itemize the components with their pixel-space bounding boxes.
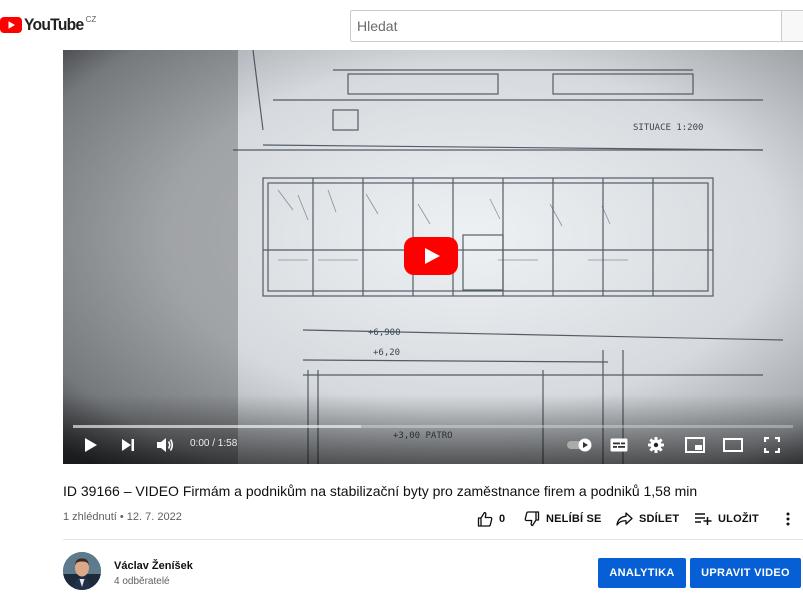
subtitles-button[interactable] [606, 433, 632, 457]
share-button[interactable]: SDÍLET [616, 508, 679, 530]
autoplay-toggle[interactable] [565, 433, 595, 457]
theater-mode-icon [723, 438, 743, 452]
search-input[interactable] [350, 10, 782, 42]
fullscreen-icon [764, 437, 780, 453]
save-label: ULOŽIT [718, 513, 759, 525]
subtitles-icon [610, 438, 628, 452]
svg-text:+6,900: +6,900 [368, 328, 401, 338]
save-button[interactable]: ULOŽIT [695, 508, 759, 530]
progress-bar[interactable] [73, 425, 793, 428]
more-actions-button[interactable] [782, 508, 800, 530]
next-button[interactable] [117, 433, 139, 457]
miniplayer-icon [685, 437, 705, 453]
subscriber-count: 4 odběratelé [114, 576, 170, 587]
channel-name[interactable]: Václav Ženíšek [114, 560, 193, 572]
divider [63, 539, 803, 540]
video-meta: 1 zhlédnutí • 12. 7. 2022 [63, 511, 182, 523]
autoplay-toggle-icon [567, 438, 592, 452]
avatar-image [63, 552, 101, 590]
theater-mode-button[interactable] [720, 433, 746, 457]
like-button[interactable]: 0 [477, 508, 505, 530]
settings-button[interactable] [644, 433, 668, 457]
play-icon [85, 438, 97, 452]
progress-buffered [73, 425, 361, 428]
play-button[interactable] [80, 433, 102, 457]
dislike-label: NELÍBÍ SE [546, 513, 602, 525]
more-vert-icon [786, 512, 790, 526]
video-player[interactable]: SITUACE 1:200 +6,900 +6,20 +3,00 PATRO 0… [63, 50, 803, 464]
youtube-play-logo-icon [0, 17, 22, 33]
volume-icon [157, 438, 174, 452]
country-code: CZ [85, 15, 97, 24]
search-button[interactable] [781, 10, 803, 42]
dislike-button[interactable]: NELÍBÍ SE [524, 508, 602, 530]
svg-text:SITUACE 1:200: SITUACE 1:200 [633, 123, 703, 133]
logo-wordmark: YouTube [24, 15, 84, 34]
gear-icon [648, 437, 664, 453]
miniplayer-button[interactable] [682, 433, 708, 457]
video-title: ID 39166 – VIDEO Firmám a podnikům na st… [63, 483, 698, 499]
svg-text:+6,20: +6,20 [373, 348, 400, 358]
share-label: SDÍLET [639, 513, 680, 525]
edit-video-button[interactable]: UPRAVIT VIDEO [690, 558, 801, 588]
volume-button[interactable] [154, 433, 176, 457]
large-play-icon[interactable] [404, 237, 458, 275]
channel-avatar[interactable] [63, 552, 101, 590]
youtube-logo[interactable]: YouTube CZ [0, 14, 96, 36]
time-display: 0:00 / 1:58 [190, 438, 238, 449]
thumbs-up-icon [477, 511, 493, 527]
analytics-button[interactable]: ANALYTIKA [598, 558, 686, 588]
masthead: YouTube CZ [0, 0, 803, 50]
like-count: 0 [499, 513, 506, 525]
skip-next-icon [122, 439, 134, 451]
fullscreen-button[interactable] [760, 433, 784, 457]
playlist-add-icon [695, 513, 712, 525]
thumbs-down-icon [524, 511, 540, 527]
share-icon [616, 512, 633, 526]
